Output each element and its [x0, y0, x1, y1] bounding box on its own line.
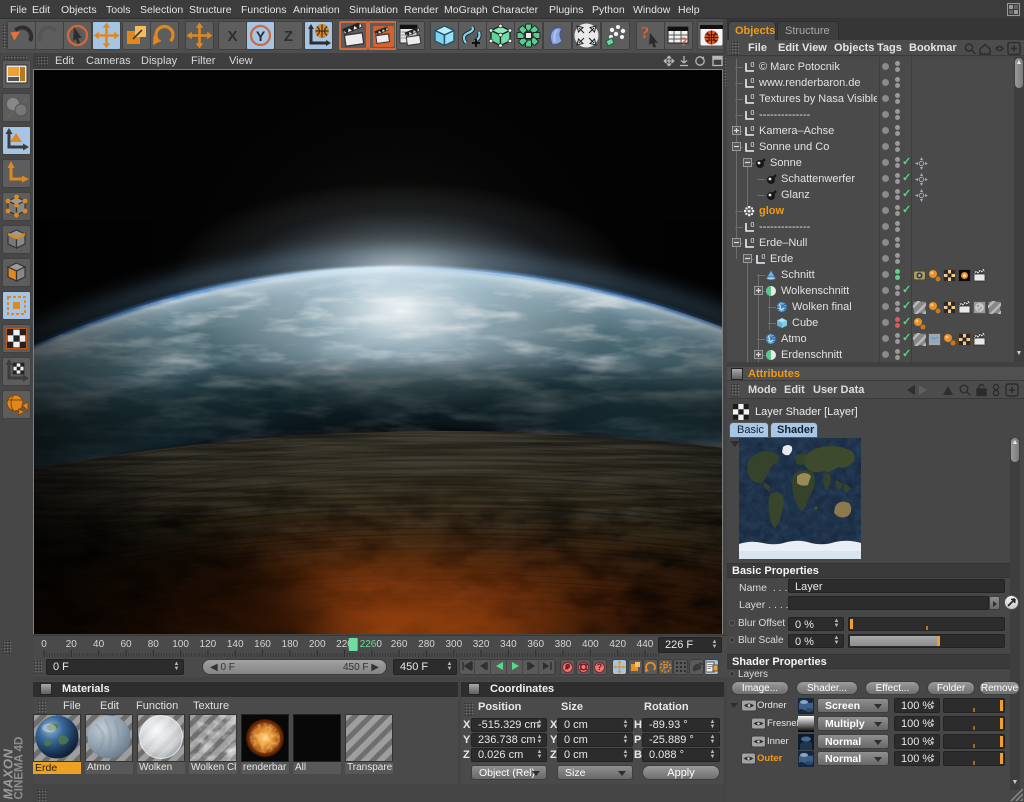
svg-text:200: 200 [309, 639, 326, 650]
svg-text:340: 340 [500, 639, 517, 650]
svg-text:400: 400 [582, 639, 599, 650]
svg-text:440: 440 [637, 639, 654, 650]
svg-text:260: 260 [391, 639, 408, 650]
svg-text:20: 20 [66, 639, 78, 650]
svg-text:80: 80 [148, 639, 160, 650]
svg-text:0: 0 [751, 126, 755, 133]
svg-text:0: 0 [751, 78, 755, 85]
svg-text:0: 0 [751, 94, 755, 101]
svg-text:0: 0 [751, 142, 755, 149]
svg-text:Y: Y [256, 28, 266, 44]
svg-text:0: 0 [751, 110, 755, 117]
svg-text:X: X [227, 28, 237, 45]
svg-text:280: 280 [418, 639, 435, 650]
svg-text:380: 380 [555, 639, 572, 650]
svg-text:300: 300 [445, 639, 462, 650]
svg-text:320: 320 [473, 639, 490, 650]
svg-text:?: ? [597, 662, 603, 672]
svg-text:100: 100 [172, 639, 189, 650]
svg-text:?: ? [641, 23, 650, 42]
svg-text:60: 60 [120, 639, 132, 650]
svg-text:Z: Z [284, 28, 293, 45]
svg-text:180: 180 [282, 639, 299, 650]
svg-text:?: ? [681, 34, 688, 49]
svg-text:360: 360 [527, 639, 544, 650]
svg-text:0: 0 [762, 254, 766, 261]
svg-text:420: 420 [609, 639, 626, 650]
svg-text:0: 0 [751, 62, 755, 69]
svg-text:140: 140 [227, 639, 244, 650]
svg-text:160: 160 [254, 639, 271, 650]
svg-text:0: 0 [41, 639, 47, 650]
svg-text:2260: 2260 [360, 639, 383, 650]
svg-text:P: P [663, 663, 669, 672]
svg-text:0: 0 [751, 238, 755, 245]
svg-text:120: 120 [200, 639, 217, 650]
svg-text:40: 40 [93, 639, 105, 650]
svg-text:0: 0 [751, 222, 755, 229]
